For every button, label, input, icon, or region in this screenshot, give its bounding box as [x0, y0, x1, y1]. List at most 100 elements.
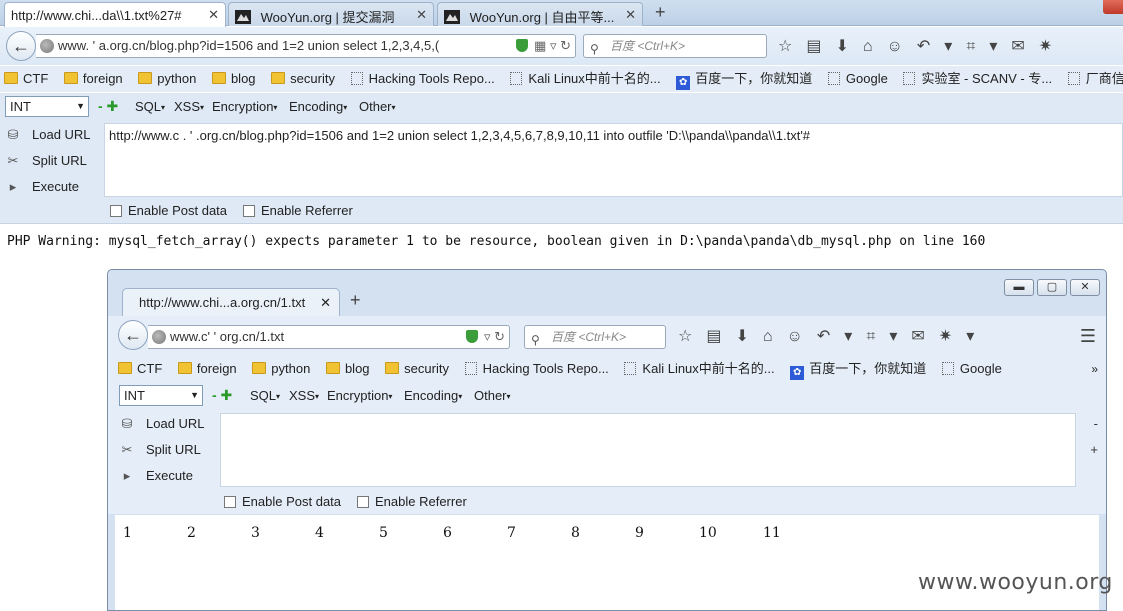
bookmark-scanv[interactable]: 实验室 - SCANV - 专... — [903, 66, 1052, 92]
window-close-button[interactable] — [1103, 0, 1123, 14]
dropdown-icon[interactable]: ▿ — [484, 329, 491, 344]
tab-inner-1txt[interactable]: http://www.chi...a.org.cn/1.txt ✕ — [122, 288, 340, 316]
menu-xss[interactable]: XSS▾ — [289, 388, 319, 403]
tab-1txt[interactable]: http://www.chi...da\\1.txt%27# ✕ — [4, 2, 226, 27]
menu-sql[interactable]: SQL▾ — [250, 388, 280, 403]
bookmark-kali[interactable]: Kali Linux中前十名的... — [624, 356, 775, 382]
smiley-icon[interactable]: ☺ — [887, 38, 903, 56]
chevron-down-icon[interactable]: ▾ — [966, 326, 974, 346]
hackbar-url-textarea[interactable] — [220, 413, 1076, 487]
tab-close-icon[interactable]: ✕ — [416, 7, 427, 23]
search-input[interactable]: ⚲ 百度 <Ctrl+K> — [583, 34, 767, 58]
chat-icon[interactable]: ✉ — [911, 326, 924, 346]
bookmark-discuz[interactable]: 厂商信息_Discuz!漏洞 — [1067, 66, 1123, 92]
tab-wooyun-submit[interactable]: WooYun.org | 提交漏洞 ✕ — [228, 2, 434, 26]
dropdown-icon[interactable]: ▿ — [550, 38, 557, 53]
shrink-button[interactable]: - — [1094, 416, 1098, 431]
enable-post-checkbox[interactable]: Enable Post data — [224, 494, 341, 509]
chat-icon[interactable]: ✉ — [1011, 36, 1024, 56]
expand-button[interactable]: + — [1090, 442, 1098, 457]
menu-other[interactable]: Other▾ — [474, 388, 511, 403]
bookmark-blog[interactable]: blog — [325, 356, 370, 382]
reload-icon[interactable]: ↻ — [560, 38, 571, 53]
bookmark-security[interactable]: security — [385, 356, 449, 382]
maximize-button[interactable]: ▢ — [1037, 279, 1067, 296]
split-url-button[interactable]: ✂ Split URL — [4, 153, 87, 169]
shield-icon[interactable] — [516, 39, 529, 52]
url-bar[interactable]: www.c' ' org.cn/1.txt ▿ ↻ — [148, 325, 510, 349]
execute-button[interactable]: ▸ Execute — [4, 179, 79, 195]
bookmark-google[interactable]: Google — [941, 356, 1002, 382]
bookmark-foreign[interactable]: foreign — [177, 356, 237, 382]
bookmark-google[interactable]: Google — [827, 66, 888, 92]
tab-close-icon[interactable]: ✕ — [625, 7, 636, 23]
bug-icon[interactable]: ✷ — [939, 326, 952, 346]
home-icon[interactable]: ⌂ — [863, 38, 873, 56]
new-tab-button[interactable]: + — [655, 2, 666, 23]
type-select[interactable]: INT ▼ — [5, 96, 89, 117]
crop-icon[interactable]: ⌗ — [966, 38, 975, 56]
reading-list-icon[interactable]: ▤ — [806, 36, 821, 56]
menu-encoding[interactable]: Encoding▾ — [289, 99, 347, 114]
back-button[interactable]: ← — [6, 31, 36, 61]
undo-icon[interactable]: ↶ — [917, 36, 930, 56]
shield-icon[interactable] — [465, 330, 478, 343]
tab-close-icon[interactable]: ✕ — [208, 7, 219, 23]
bookmark-python[interactable]: python — [138, 66, 196, 92]
new-tab-button[interactable]: + — [350, 290, 361, 311]
minimize-button[interactable]: ▬ — [1004, 279, 1034, 296]
execute-button[interactable]: ▸ Execute — [118, 468, 193, 484]
crop-icon[interactable]: ⌗ — [866, 328, 875, 346]
bookmark-baidu[interactable]: ✿ 百度一下，你就知道 — [790, 356, 926, 382]
plus-minus-icon[interactable]: - ✚ — [98, 98, 118, 115]
menu-xss[interactable]: XSS▾ — [174, 99, 204, 114]
tab-wooyun-free[interactable]: WooYun.org | 自由平等... ✕ — [437, 2, 643, 26]
back-button[interactable]: ← — [118, 320, 148, 350]
bookmark-kali[interactable]: Kali Linux中前十名的... — [510, 66, 661, 92]
bookmarks-overflow-button[interactable]: » — [1091, 356, 1098, 382]
bookmark-star-icon[interactable]: ☆ — [678, 326, 692, 346]
menu-encryption[interactable]: Encryption▾ — [212, 99, 277, 114]
bookmark-ctf[interactable]: CTF — [118, 356, 162, 382]
load-url-button[interactable]: ⛁ Load URL — [4, 127, 91, 143]
menu-other[interactable]: Other▾ — [359, 99, 396, 114]
bookmark-python[interactable]: python — [252, 356, 310, 382]
plus-minus-icon[interactable]: - ✚ — [212, 387, 232, 404]
load-url-button[interactable]: ⛁ Load URL — [118, 416, 205, 432]
menu-encryption[interactable]: Encryption▾ — [327, 388, 392, 403]
chevron-down-icon[interactable]: ▾ — [844, 326, 852, 346]
smiley-icon[interactable]: ☺ — [787, 328, 803, 346]
chevron-down-icon[interactable]: ▾ — [944, 36, 952, 56]
bookmark-hacking-tools[interactable]: Hacking Tools Repo... — [350, 66, 495, 92]
hackbar-url-textarea[interactable]: http://www.c . ' .org.cn/blog.php?id=150… — [104, 123, 1123, 197]
tab-close-icon[interactable]: ✕ — [320, 295, 331, 311]
bookmark-hacking-tools[interactable]: Hacking Tools Repo... — [464, 356, 609, 382]
enable-referrer-checkbox[interactable]: Enable Referrer — [243, 203, 353, 218]
download-icon[interactable]: ⬇ — [835, 36, 848, 56]
bookmark-foreign[interactable]: foreign — [63, 66, 123, 92]
close-button[interactable]: ✕ — [1070, 279, 1100, 296]
bookmark-star-icon[interactable]: ☆ — [778, 36, 792, 56]
menu-sql[interactable]: SQL▾ — [135, 99, 165, 114]
hamburger-menu-icon[interactable]: ☰ — [1080, 326, 1096, 347]
chevron-down-icon[interactable]: ▾ — [989, 36, 997, 56]
bookmark-baidu[interactable]: ✿ 百度一下，你就知道 — [676, 66, 812, 92]
qr-icon[interactable]: ▦ — [534, 38, 546, 53]
bookmark-security[interactable]: security — [271, 66, 335, 92]
chevron-down-icon[interactable]: ▾ — [889, 326, 897, 346]
reading-list-icon[interactable]: ▤ — [706, 326, 721, 346]
download-icon[interactable]: ⬇ — [735, 326, 748, 346]
menu-encoding[interactable]: Encoding▾ — [404, 388, 462, 403]
split-url-button[interactable]: ✂ Split URL — [118, 442, 201, 458]
reload-icon[interactable]: ↻ — [494, 329, 505, 344]
search-input[interactable]: ⚲ 百度 <Ctrl+K> — [524, 325, 666, 349]
type-select[interactable]: INT ▼ — [119, 385, 203, 406]
bug-icon[interactable]: ✷ — [1039, 36, 1052, 56]
undo-icon[interactable]: ↶ — [817, 326, 830, 346]
enable-post-checkbox[interactable]: Enable Post data — [110, 203, 227, 218]
home-icon[interactable]: ⌂ — [763, 328, 773, 346]
enable-referrer-checkbox[interactable]: Enable Referrer — [357, 494, 467, 509]
bookmark-blog[interactable]: blog — [211, 66, 256, 92]
bookmark-ctf[interactable]: CTF — [4, 66, 48, 92]
url-bar[interactable]: www. ' a.org.cn/blog.php?id=1506 and 1=2… — [36, 34, 576, 58]
